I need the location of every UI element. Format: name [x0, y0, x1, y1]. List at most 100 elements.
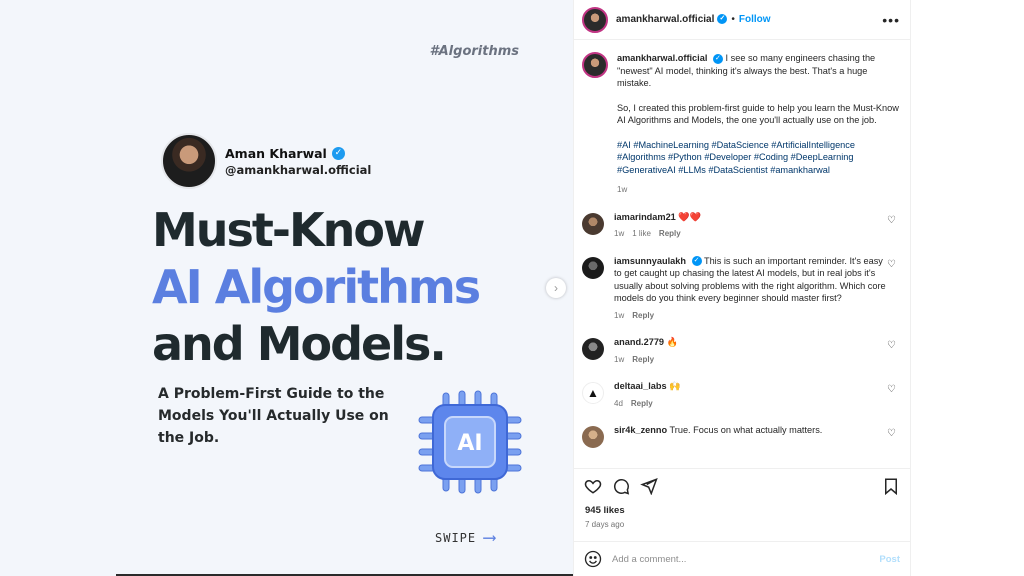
reply-button[interactable]: Reply [659, 229, 681, 238]
author-name: Aman Kharwal ✓ [225, 146, 371, 161]
comment-body: iamsunnyaulakh ✓ This is such an importa… [614, 255, 886, 323]
author-handle: @amankharwal.official [225, 162, 372, 177]
header-avatar[interactable] [582, 6, 608, 33]
heart-icon[interactable]: ♡ [887, 259, 896, 270]
caption-username[interactable]: amankharwal.official [617, 53, 707, 63]
comment-line: iamarindam21 ❤️❤️ [614, 211, 886, 224]
like-count[interactable]: 945 likes [585, 505, 625, 516]
comment-body: deltaai_labs 🙌 4d Reply [614, 380, 886, 410]
headline-line-1: Must-Know [152, 203, 425, 257]
header-username[interactable]: amankharwal.official ✓ [616, 14, 728, 25]
caption-age: 1w [617, 185, 628, 194]
caption-paragraph-1: amankharwal.official ✓ I see so many eng… [617, 52, 900, 90]
image-headline: Must-Know AI Algorithms and Models. [152, 202, 481, 373]
comment-body: sir4k_zenno True. Focus on what actually… [614, 424, 886, 448]
caption-hashtags[interactable]: #AI #MachineLearning #DataScience #Artif… [617, 139, 900, 177]
emoji-icon[interactable] [584, 550, 602, 568]
image-hashtag: #Algorithms [429, 44, 519, 59]
comment-item: anand.2779 🔥 1w Reply ♡ [574, 336, 910, 366]
reply-button[interactable]: Reply [632, 355, 654, 364]
comment-meta: 1w Reply [614, 310, 886, 323]
swipe-label: SWIPE [435, 530, 477, 545]
comment-item: iamsunnyaulakh ✓ This is such an importa… [574, 255, 910, 323]
comment-line: anand.2779 🔥 [614, 336, 886, 349]
comment-meta: 4d Reply [614, 398, 886, 411]
heart-icon[interactable]: ♡ [887, 384, 896, 395]
post-actions [574, 468, 910, 502]
post-image: #Algorithms Aman Kharwal ✓ @amankharwal.… [0, 0, 573, 576]
comment-age: 1w [614, 354, 625, 364]
verified-badge-icon: ✓ [717, 14, 728, 25]
comment-line: sir4k_zenno True. Focus on what actually… [614, 424, 886, 437]
more-options-icon[interactable]: ••• [882, 12, 900, 28]
comment-username[interactable]: sir4k_zenno [614, 425, 667, 435]
heart-icon[interactable]: ♡ [887, 215, 896, 226]
header-username-text[interactable]: amankharwal.official [616, 14, 714, 25]
post-header: amankharwal.official ✓ • Follow ••• [574, 0, 910, 40]
commenter-avatar[interactable] [582, 426, 604, 448]
page-margin [911, 0, 1024, 576]
comment-text: 🔥 [666, 337, 679, 347]
follow-button[interactable]: Follow [739, 14, 771, 25]
comment-age: 4d [614, 398, 623, 408]
author-name-text: Aman Kharwal [225, 145, 327, 161]
author-text: Aman Kharwal ✓ @amankharwal.official [225, 146, 371, 177]
comment-username[interactable]: deltaai_labs [614, 381, 667, 391]
comment-text: True. Focus on what actually matters. [669, 425, 823, 435]
caption-paragraph-2: So, I created this problem-first guide t… [617, 102, 899, 126]
verified-badge-icon: ✓ [331, 146, 345, 160]
comment-username[interactable]: anand.2779 [614, 337, 664, 347]
comment-item: iamarindam21 ❤️❤️ 1w 1 like Reply ♡ [574, 211, 910, 241]
comment-item: sir4k_zenno True. Focus on what actually… [574, 424, 910, 448]
comment-item: ▲ deltaai_labs 🙌 4d Reply ♡ [574, 380, 910, 410]
heart-icon[interactable]: ♡ [887, 340, 896, 351]
comment-text: ❤️❤️ [678, 211, 702, 222]
post-comment-button[interactable]: Post [879, 554, 900, 565]
commenter-avatar[interactable] [582, 212, 604, 235]
verified-badge-icon: ✓ [691, 256, 702, 267]
comment-meta: 1w Reply [614, 354, 886, 367]
triangle-logo-icon[interactable]: ▲ [582, 382, 604, 404]
verified-badge-icon: ✓ [712, 53, 723, 64]
caption-body: amankharwal.official ✓ I see so many eng… [617, 52, 900, 197]
headline-line-2: AI Algorithms [152, 260, 481, 314]
comment-age: 1w [614, 310, 625, 320]
bookmark-icon[interactable] [882, 477, 900, 495]
caption-avatar[interactable] [582, 52, 608, 78]
ai-chip-icon: AI [418, 390, 522, 494]
instagram-post-view: #Algorithms Aman Kharwal ✓ @amankharwal.… [0, 0, 1024, 576]
author-photo [161, 133, 217, 189]
comment-line: deltaai_labs 🙌 [614, 380, 886, 393]
post-age: 7 days ago [585, 520, 625, 529]
comment-likes[interactable]: 1 like [632, 229, 651, 238]
comment-composer: Post [574, 541, 910, 576]
comment-username[interactable]: iamsunnyaulakh [614, 256, 686, 266]
post-caption: amankharwal.official ✓ I see so many eng… [574, 40, 910, 197]
heart-icon[interactable]: ♡ [887, 428, 896, 439]
comment-line: iamsunnyaulakh ✓ This is such an importa… [614, 255, 886, 305]
comment-input[interactable] [612, 553, 862, 565]
reply-button[interactable]: Reply [631, 399, 653, 408]
heart-icon[interactable] [584, 477, 602, 495]
comment-age: 1w [614, 229, 625, 238]
commenter-avatar[interactable] [582, 256, 604, 279]
comments-scroll-area[interactable]: amankharwal.official ✓ I see so many eng… [574, 40, 910, 468]
comment-body: iamarindam21 ❤️❤️ 1w 1 like Reply [614, 211, 886, 241]
arrow-right-icon: ⟶ [484, 527, 496, 548]
comment-text: 🙌 [669, 381, 681, 391]
image-subheadline: A Problem-First Guide to the Models You'… [158, 386, 389, 446]
headline-line-3: and Models. [152, 317, 447, 371]
comment-icon[interactable] [612, 477, 630, 495]
chevron-right-icon[interactable]: › [546, 278, 566, 298]
comment-username[interactable]: iamarindam21 [614, 212, 676, 222]
comment-meta: 1w 1 like Reply [614, 228, 886, 241]
image-author: Aman Kharwal ✓ @amankharwal.official [161, 133, 371, 189]
comment-body: anand.2779 🔥 1w Reply [614, 336, 886, 366]
commenter-avatar[interactable] [582, 338, 604, 360]
reply-button[interactable]: Reply [632, 311, 654, 320]
swipe-hint: SWIPE ⟶ [435, 527, 496, 548]
chip-label: AI [457, 431, 482, 456]
share-icon[interactable] [640, 477, 658, 495]
post-side-panel: amankharwal.official ✓ • Follow ••• amank… [573, 0, 911, 576]
header-separator: • [731, 14, 735, 25]
